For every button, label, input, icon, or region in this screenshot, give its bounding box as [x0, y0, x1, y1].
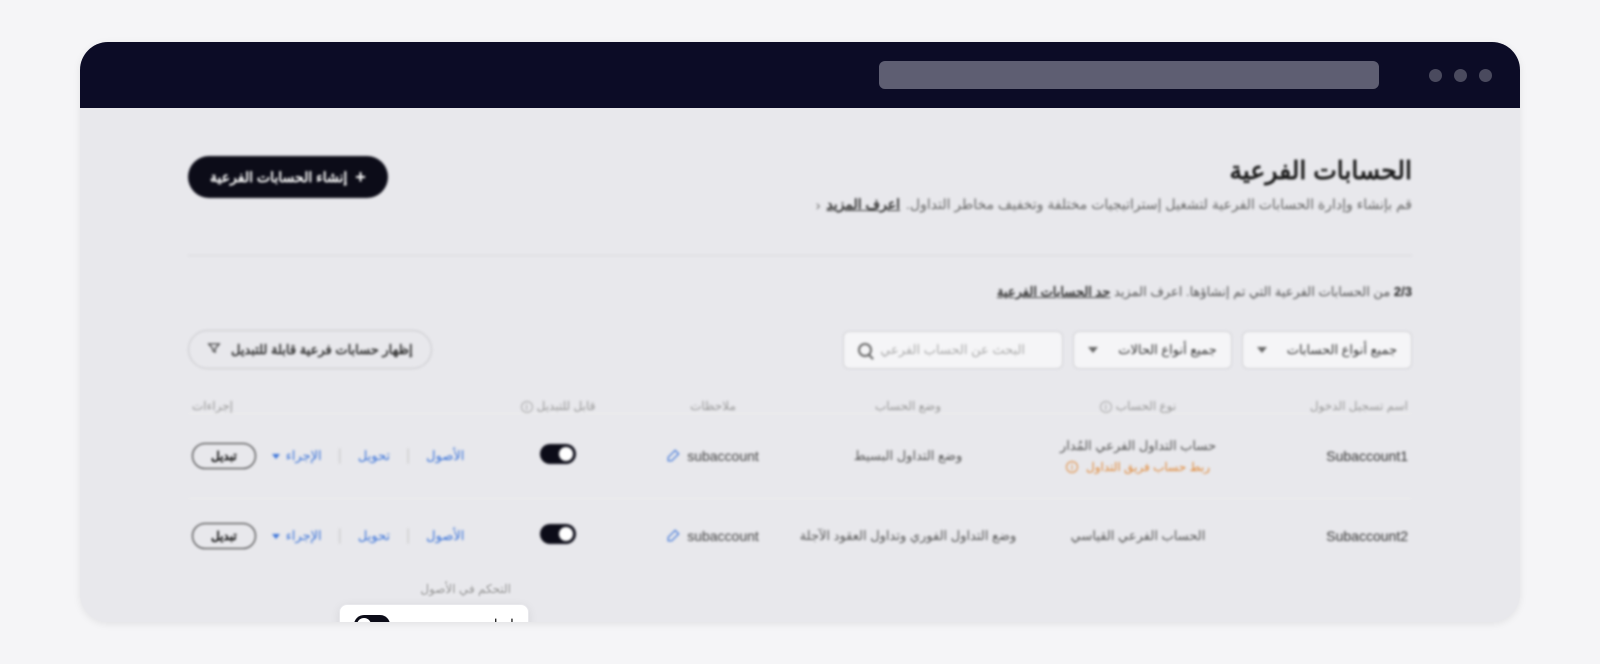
table-header: اسم تسجيل الدخول نوع الحسابi وضع الحساب …	[188, 399, 1412, 413]
mode-cell: وضع التداول الفوري وتداول العقود الآجلة	[798, 528, 1018, 544]
browser-title-bar	[80, 42, 1520, 108]
chevron-down-icon	[272, 534, 280, 539]
popup-deposit-item[interactable]: إيداع	[339, 604, 529, 622]
col-mode: وضع الحساب	[798, 399, 1018, 413]
maximize-light[interactable]	[1479, 69, 1492, 82]
url-bar[interactable]	[879, 61, 1379, 89]
link-trading-team[interactable]: ربط حساب فريق التداولi	[1018, 460, 1258, 474]
filter-icon	[207, 341, 221, 358]
chevron-left-icon: ‹	[816, 197, 821, 213]
chevron-down-icon	[272, 454, 280, 459]
col-login: اسم تسجيل الدخول	[1258, 399, 1408, 413]
close-light[interactable]	[1429, 69, 1442, 82]
assets-link[interactable]: الأصول	[426, 448, 464, 464]
switch-button[interactable]: تبديل	[192, 523, 256, 549]
plus-icon: +	[355, 168, 366, 186]
learn-more-link[interactable]: اعرف المزيد	[826, 196, 900, 213]
edit-icon[interactable]	[667, 528, 681, 545]
page-title: الحسابات الفرعية	[816, 156, 1412, 186]
chevron-down-icon	[1257, 347, 1267, 353]
table-row: Subaccount2 الحساب الفرعي القياسي وضع ال…	[188, 498, 1412, 573]
divider	[188, 255, 1412, 256]
switchable-toggle[interactable]	[540, 444, 576, 464]
info-icon: i	[1066, 461, 1078, 473]
minimize-light[interactable]	[1454, 69, 1467, 82]
info-icon[interactable]: i	[521, 401, 533, 413]
mode-cell: وضع التداول البسيط	[798, 448, 1018, 464]
page-subtitle: قم بإنشاء وإدارة الحسابات الفرعية لتشغيل…	[816, 196, 1412, 213]
edit-icon[interactable]	[667, 448, 681, 465]
filters-row: جميع أنواع الحسابات جميع أنواع الحالات ا…	[188, 330, 1412, 369]
subaccount-limit-link[interactable]: حد الحسابات الفرعية	[997, 284, 1110, 299]
actions-cell: الأصول | تحويل | الإجراء تبديل	[192, 523, 488, 549]
col-type: نوع الحسابi	[1018, 399, 1258, 413]
toggle-cell	[488, 444, 628, 469]
deposit-toggle[interactable]	[354, 615, 390, 622]
login-cell: Subaccount1	[1258, 448, 1408, 464]
notes-cell: subaccount	[628, 448, 798, 465]
toggle-cell	[488, 524, 628, 549]
chevron-down-icon	[1088, 347, 1098, 353]
transfer-link[interactable]: تحويل	[358, 448, 390, 464]
counter-row: 2/3 من الحسابات الفرعية التي تم إنشاؤها.…	[188, 284, 1412, 300]
search-input[interactable]: البحث عن الحساب الفرعي	[843, 331, 1063, 369]
page-content: الحسابات الفرعية قم بإنشاء وإدارة الحساب…	[80, 108, 1520, 573]
search-icon	[858, 343, 872, 357]
show-switchable-button[interactable]: إظهار حسابات فرعية قابلة للتبديل	[188, 330, 432, 369]
actions-cell: الأصول | تحويل | الإجراء تبديل	[192, 443, 488, 469]
action-dropdown[interactable]: الإجراء	[272, 528, 322, 544]
type-cell: حساب التداول الفرعي المُدار ربط حساب فري…	[1018, 438, 1258, 474]
switchable-toggle[interactable]	[540, 524, 576, 544]
switch-button[interactable]: تبديل	[192, 443, 256, 469]
assets-link[interactable]: الأصول	[426, 528, 464, 544]
window-controls	[1429, 69, 1492, 82]
popup-section-assets: التحكم في الأصول	[339, 578, 529, 604]
col-actions: إجراءات	[192, 399, 488, 413]
account-type-dropdown[interactable]: جميع أنواع الحسابات	[1242, 331, 1412, 369]
browser-window: الحسابات الفرعية قم بإنشاء وإدارة الحساب…	[80, 42, 1520, 622]
notes-cell: subaccount	[628, 528, 798, 545]
col-switchable: قابل للتبديلi	[488, 399, 628, 413]
type-cell: الحساب الفرعي القياسي	[1018, 528, 1258, 544]
action-dropdown[interactable]: الإجراء	[272, 448, 322, 464]
col-notes: ملاحظات	[628, 399, 798, 413]
transfer-link[interactable]: تحويل	[358, 528, 390, 544]
create-subaccount-button[interactable]: + إنشاء الحسابات الفرعية	[188, 156, 388, 198]
status-dropdown[interactable]: جميع أنواع الحالات	[1073, 331, 1232, 369]
login-cell: Subaccount2	[1258, 528, 1408, 544]
table-row: Subaccount1 حساب التداول الفرعي المُدار …	[188, 413, 1412, 498]
action-dropdown-menu: التحكم في الأصول إيداع الإعدادات المتقدم…	[339, 578, 529, 622]
info-icon[interactable]: i	[1100, 401, 1112, 413]
